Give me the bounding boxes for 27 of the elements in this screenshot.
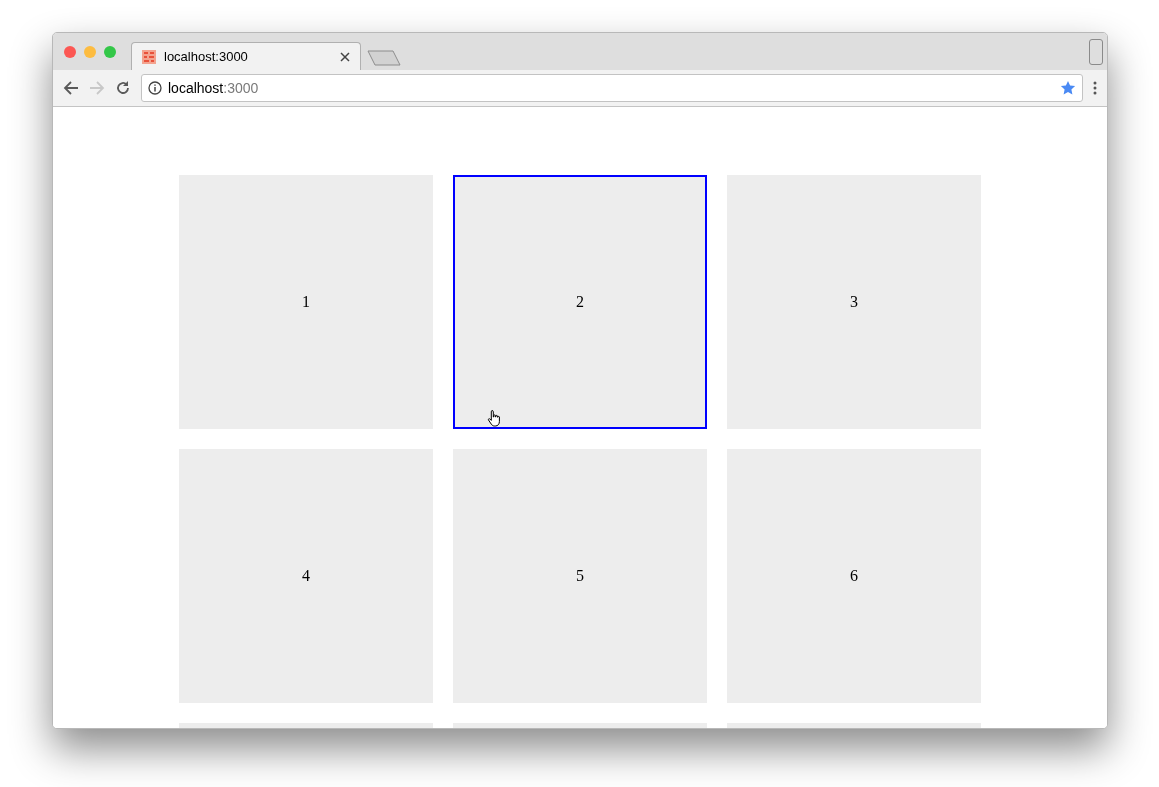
grid-tile[interactable]: 3	[727, 175, 981, 429]
menu-icon[interactable]	[1093, 81, 1097, 95]
tile-label: 5	[576, 566, 584, 586]
favicon-icon	[142, 49, 156, 64]
info-icon[interactable]	[148, 81, 162, 95]
close-window-button[interactable]	[64, 46, 76, 58]
tile-label: 1	[302, 292, 310, 312]
tile-label: 6	[850, 566, 858, 586]
address-field[interactable]: localhost:3000	[141, 74, 1083, 102]
tile-label: 2	[576, 292, 584, 312]
tile-label: 3	[850, 292, 858, 312]
back-icon[interactable]	[63, 80, 79, 96]
grid-tile[interactable]: 5	[453, 449, 707, 703]
hand-cursor-icon	[487, 409, 503, 427]
browser-tab[interactable]: localhost:3000	[131, 42, 361, 70]
close-tab-icon[interactable]	[340, 51, 350, 62]
tab-title: localhost:3000	[164, 47, 249, 66]
grid-tile[interactable]: 4	[179, 449, 433, 703]
window-control-icon[interactable]	[1089, 39, 1103, 65]
star-icon[interactable]	[1060, 80, 1076, 96]
url-text: localhost:3000	[168, 78, 260, 98]
grid-tile[interactable]: 1	[179, 175, 433, 429]
tile-label: 4	[302, 566, 310, 586]
reload-icon[interactable]	[115, 80, 131, 96]
grid-tile[interactable]: 2	[453, 175, 707, 429]
new-tab-button[interactable]	[367, 50, 401, 66]
grid-tile[interactable]: 6	[727, 449, 981, 703]
